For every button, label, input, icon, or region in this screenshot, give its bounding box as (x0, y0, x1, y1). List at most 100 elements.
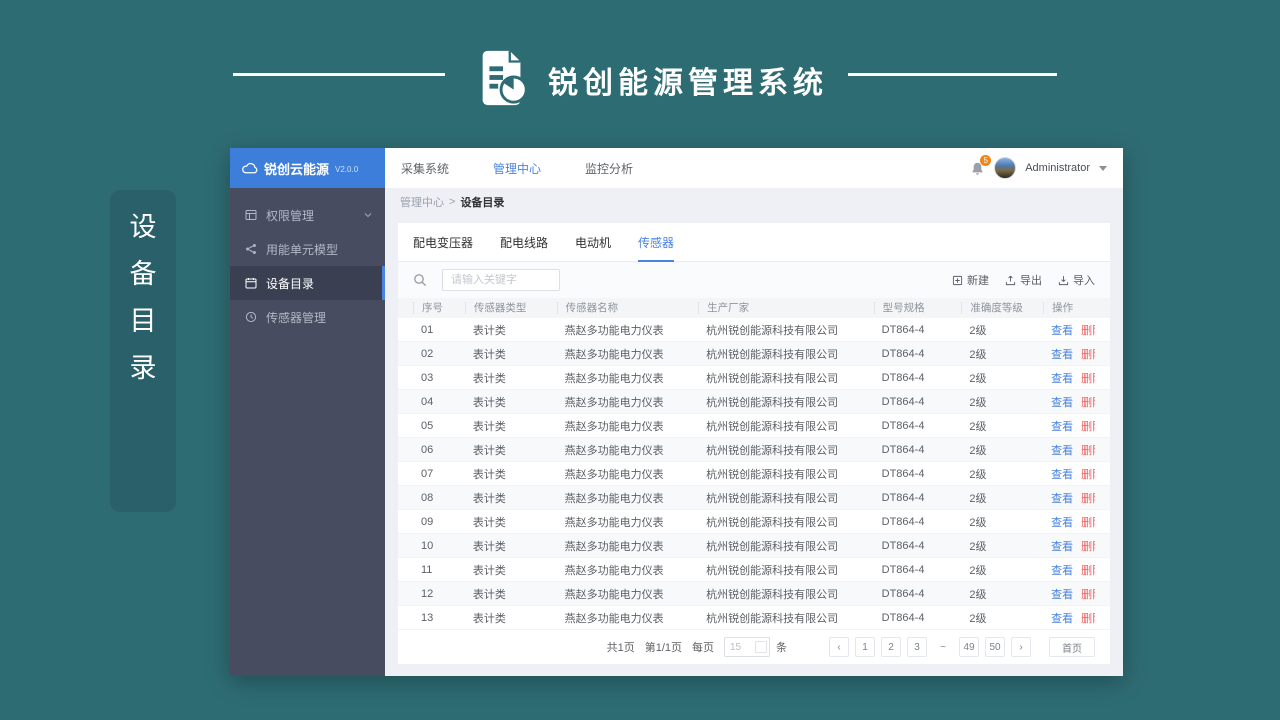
delete-link[interactable]: 删除 (1081, 421, 1095, 433)
sidebar-item-传感器管理[interactable]: 传感器管理 (230, 300, 385, 334)
cell-准确度等级: 2级 (969, 444, 987, 457)
delete-link[interactable]: 删除 (1081, 373, 1095, 385)
view-link[interactable]: 查看 (1051, 613, 1073, 625)
table-row: 04 表计类 燕赵多功能电力仪表 杭州锐创能源科技有限公司 DT864-4 2级 查看删除 (398, 390, 1110, 414)
cell-型号规格: DT864-4 (881, 467, 925, 480)
view-link[interactable]: 查看 (1051, 589, 1073, 601)
view-link[interactable]: 查看 (1051, 517, 1073, 529)
nav-item-管理中心[interactable]: 管理中心 (493, 160, 541, 177)
next-page-button[interactable]: › (1011, 637, 1031, 657)
delete-link[interactable]: 删除 (1081, 541, 1095, 553)
table-header: 序号 传感器类型 传感器名称 生产厂家 型号规格 准确度等级 操作 (398, 298, 1110, 318)
table-row: 02 表计类 燕赵多功能电力仪表 杭州锐创能源科技有限公司 DT864-4 2级 查看删除 (398, 342, 1110, 366)
prev-page-button[interactable]: ‹ (829, 637, 849, 657)
tab-传感器[interactable]: 传感器 (638, 234, 675, 262)
view-link[interactable]: 查看 (1051, 397, 1073, 409)
side-label-device-catalog: 设备目录 (110, 190, 176, 512)
delete-link[interactable]: 删除 (1081, 445, 1095, 457)
view-link[interactable]: 查看 (1051, 445, 1073, 457)
cell-序号: 07 (421, 467, 434, 480)
cell-传感器类型: 表计类 (472, 444, 506, 457)
view-link[interactable]: 查看 (1051, 373, 1073, 385)
cell-操作: 查看删除 (1043, 490, 1095, 506)
logo-bar: 锐创云能源 V2.0.0 (230, 148, 385, 188)
banner-title: 锐创能源管理系统 (548, 67, 828, 100)
view-link[interactable]: 查看 (1051, 421, 1073, 433)
notification-bell-icon[interactable]: 5 (970, 154, 992, 176)
cell-传感器名称: 燕赵多功能电力仪表 (564, 540, 664, 553)
page-button-50[interactable]: 50 (985, 637, 1005, 657)
sidebar-item-用能单元模型[interactable]: 用能单元模型 (230, 232, 385, 266)
breadcrumb-parent[interactable]: 管理中心 (400, 194, 444, 210)
delete-link[interactable]: 删除 (1081, 517, 1095, 529)
delete-link[interactable]: 删除 (1081, 589, 1095, 601)
per-page-input[interactable] (725, 641, 755, 653)
cell-序号: 13 (421, 611, 434, 624)
toolbar-button-导出[interactable]: 导出 (1005, 272, 1042, 288)
page-button-2[interactable]: 2 (881, 637, 901, 657)
tab-配电变压器[interactable]: 配电变压器 (413, 234, 473, 261)
delete-link[interactable]: 删除 (1081, 565, 1095, 577)
cell-准确度等级: 2级 (969, 420, 987, 433)
view-link[interactable]: 查看 (1051, 469, 1073, 481)
user-area: 5 Administrator (970, 154, 1107, 179)
cell-传感器类型: 表计类 (472, 372, 506, 385)
delete-link[interactable]: 删除 (1081, 325, 1095, 337)
sidebar-item-label: 用能单元模型 (266, 242, 339, 257)
delete-link[interactable]: 删除 (1081, 613, 1095, 625)
user-name[interactable]: Administrator (1025, 162, 1090, 174)
delete-link[interactable]: 删除 (1081, 349, 1095, 361)
page-buttons: ‹ 1 2 3 ~49 50 › (829, 637, 1031, 657)
clock-icon (245, 311, 257, 323)
view-link[interactable]: 查看 (1051, 493, 1073, 505)
pagination-current: 第1/1页 (644, 642, 682, 654)
cell-操作: 查看删除 (1043, 514, 1095, 530)
app-version: V2.0.0 (335, 165, 359, 174)
share-icon (245, 243, 257, 255)
tab-电动机[interactable]: 电动机 (575, 234, 611, 261)
delete-link[interactable]: 删除 (1081, 469, 1095, 481)
view-link[interactable]: 查看 (1051, 541, 1073, 553)
delete-link[interactable]: 删除 (1081, 493, 1095, 505)
toolbar-button-新建[interactable]: 新建 (952, 272, 989, 288)
view-link[interactable]: 查看 (1051, 325, 1073, 337)
sidebar-item-设备目录[interactable]: 设备目录 (230, 266, 385, 300)
cell-生产厂家: 杭州锐创能源科技有限公司 (706, 444, 839, 457)
per-page-stepper-icon[interactable] (755, 641, 767, 653)
toolbar-button-导入[interactable]: 导入 (1058, 272, 1095, 288)
column-header-传感器类型: 传感器类型 (464, 302, 557, 314)
cell-生产厂家: 杭州锐创能源科技有限公司 (706, 324, 839, 337)
first-page-button[interactable]: 首页 (1049, 637, 1095, 657)
tab-配电线路[interactable]: 配电线路 (500, 234, 548, 261)
view-link[interactable]: 查看 (1051, 565, 1073, 577)
sidebar-item-权限管理[interactable]: 权限管理 (230, 198, 385, 232)
avatar[interactable] (994, 157, 1017, 179)
nav-item-采集系统[interactable]: 采集系统 (401, 160, 449, 177)
side-label-char-0: 设 (129, 212, 157, 242)
table-row: 01 表计类 燕赵多功能电力仪表 杭州锐创能源科技有限公司 DT864-4 2级 查看删除 (398, 318, 1110, 342)
view-link[interactable]: 查看 (1051, 349, 1073, 361)
nav-item-监控分析[interactable]: 监控分析 (585, 160, 633, 177)
cell-操作: 查看删除 (1043, 442, 1095, 458)
cell-操作: 查看删除 (1043, 322, 1095, 338)
cell-型号规格: DT864-4 (881, 491, 925, 504)
page-button-3[interactable]: 3 (907, 637, 927, 657)
cell-序号: 08 (421, 491, 434, 504)
cell-操作: 查看删除 (1043, 562, 1095, 578)
caret-down-icon[interactable] (1099, 165, 1107, 171)
cell-传感器类型: 表计类 (472, 492, 506, 505)
delete-link[interactable]: 删除 (1081, 397, 1095, 409)
content-card: 配电变压器配电线路电动机传感器 新建 导出 导入 序号传感器类型传感器名称生产厂家型… (398, 223, 1110, 664)
table-row: 03 表计类 燕赵多功能电力仪表 杭州锐创能源科技有限公司 DT864-4 2级 查看删除 (398, 366, 1110, 390)
page-button-49[interactable]: 49 (959, 637, 979, 657)
search-icon[interactable] (413, 273, 427, 287)
cell-型号规格: DT864-4 (881, 323, 925, 336)
import-icon (1058, 275, 1069, 286)
cell-准确度等级: 2级 (969, 324, 987, 337)
cell-传感器名称: 燕赵多功能电力仪表 (564, 492, 664, 505)
search-input[interactable] (442, 269, 560, 291)
cell-传感器名称: 燕赵多功能电力仪表 (564, 348, 664, 361)
page-button-1[interactable]: 1 (855, 637, 875, 657)
column-header-型号规格: 型号规格 (873, 302, 962, 314)
cell-型号规格: DT864-4 (881, 563, 925, 576)
